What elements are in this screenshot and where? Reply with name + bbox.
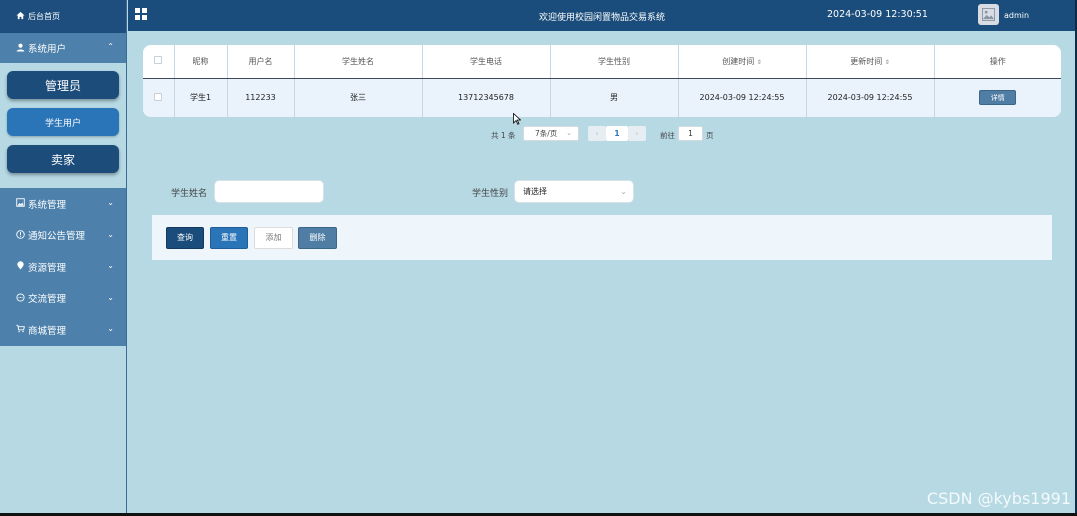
sidebar-item-label: 交流管理 [28, 294, 67, 306]
cell-student-name: 张三 [293, 78, 422, 117]
detail-button[interactable]: 详情 [979, 90, 1017, 106]
column-header-student-name: 学生姓名 [293, 45, 422, 79]
sidebar-item-label: 商城管理 [28, 325, 67, 337]
sort-icon[interactable]: ⇕ [885, 59, 890, 66]
page-size-select[interactable]: 7条/页 ⌄ [523, 126, 579, 141]
data-table: 昵称 用户名 学生姓名 学生电话 学生性别 创建时间 ⇕ 更新时间 ⇕ 操作 学… [143, 45, 1061, 117]
chevron-down-icon: ⌄ [107, 292, 114, 302]
cell-updated-time: 2024-03-09 12:24:55 [805, 78, 934, 117]
sidebar-item-system-users[interactable]: 系统用户 ⌃ [0, 33, 126, 63]
column-header-student-gender: 学生性别 [549, 45, 678, 79]
student-name-label: 学生姓名 [171, 189, 208, 199]
cart-icon [14, 324, 26, 335]
reset-button[interactable]: 重置 [210, 227, 248, 249]
avatar[interactable] [978, 4, 999, 25]
add-button[interactable]: 添加 [254, 227, 293, 249]
table-row: 学生1 112233 张三 13712345678 男 2024-03-09 1… [143, 78, 1061, 117]
column-header-actions: 操作 [933, 45, 1061, 79]
sidebar-item-label: 资源管理 [28, 262, 67, 274]
sidebar-item-label: 系统用户 [28, 44, 67, 55]
sidebar-item-system-management[interactable]: 系统管理 ⌄ [0, 188, 126, 220]
pagination-total: 共 1 条 [491, 131, 516, 140]
chevron-down-icon: ⌄ [107, 261, 114, 270]
sidebar-item-label: 通知公告管理 [28, 231, 86, 243]
page-unit-label: 页 [706, 131, 714, 140]
sidebar: 后台首页 系统用户 ⌃ 管理员 学生用户 卖家 系统管理 ⌄ 通知公告管理 ⌄ … [0, 0, 127, 516]
chevron-up-icon: ⌃ [107, 42, 114, 51]
cell-student-phone: 13712345678 [421, 78, 550, 117]
chevron-down-icon: ⌄ [107, 198, 114, 207]
column-header-label: 更新时间 [850, 56, 883, 66]
column-header-label: 创建时间 [722, 56, 755, 66]
chevron-right-icon: › [635, 129, 639, 138]
chevron-down-icon: ⌄ [107, 229, 114, 239]
datetime-display: 2024-03-09 12:30:51 [827, 9, 928, 20]
location-icon [14, 261, 26, 272]
sidebar-subitem-admin[interactable]: 管理员 [7, 71, 119, 99]
goto-label: 前往 [660, 131, 675, 140]
prev-page-button[interactable]: ‹ [588, 126, 606, 141]
pagination: 共 1 条 7条/页 ⌄ ‹ 1 › 前往 1 页 [0, 126, 1077, 142]
table-header-row: 昵称 用户名 学生姓名 学生电话 学生性别 创建时间 ⇕ 更新时间 ⇕ 操作 [143, 45, 1061, 79]
user-icon [14, 43, 26, 54]
sidebar-subitem-seller[interactable]: 卖家 [7, 145, 119, 173]
row-checkbox[interactable] [154, 92, 163, 101]
image-icon [14, 198, 26, 209]
chevron-left-icon: ‹ [595, 129, 599, 138]
menu-grid-icon[interactable] [135, 8, 147, 20]
sidebar-item-notice-management[interactable]: 通知公告管理 ⌄ [0, 219, 126, 251]
page-size-value: 7条/页 [535, 129, 558, 138]
select-all-checkbox[interactable] [154, 56, 163, 65]
student-name-input[interactable] [214, 180, 324, 203]
chevron-down-icon: ⌄ [566, 129, 572, 137]
username-label[interactable]: admin [1004, 11, 1029, 20]
cell-actions: 详情 [933, 78, 1061, 117]
mouse-cursor-icon [513, 112, 522, 128]
page-title: 欢迎使用校园闲置物品交易系统 [539, 13, 666, 23]
next-page-button[interactable]: › [628, 126, 646, 141]
info-icon [14, 230, 26, 241]
column-header-student-phone: 学生电话 [421, 45, 550, 79]
column-header-updated-time[interactable]: 更新时间 ⇕ [805, 45, 934, 79]
goto-page-input[interactable]: 1 [678, 126, 703, 141]
query-button[interactable]: 查询 [166, 227, 204, 249]
page-number-current[interactable]: 1 [606, 126, 628, 141]
student-gender-select[interactable]: 请选择 ⌄ [514, 180, 634, 203]
sidebar-item-label: 系统管理 [28, 199, 67, 211]
watermark: CSDN @kybs1991 [926, 489, 1071, 508]
image-placeholder-icon [982, 8, 995, 21]
cell-nickname: 学生1 [173, 78, 227, 117]
header-bar: 欢迎使用校园闲置物品交易系统 2024-03-09 12:30:51 admin [128, 0, 1077, 31]
sidebar-item-mall-management[interactable]: 商城管理 ⌄ [0, 314, 126, 346]
sort-icon[interactable]: ⇕ [757, 59, 762, 66]
sidebar-item-resource-management[interactable]: 资源管理 ⌄ [0, 251, 126, 283]
cell-student-gender: 男 [549, 78, 678, 117]
select-all-cell[interactable] [143, 45, 174, 79]
sidebar-home[interactable]: 后台首页 [0, 0, 126, 33]
cell-created-time: 2024-03-09 12:24:55 [677, 78, 806, 117]
home-icon [14, 11, 26, 22]
student-gender-placeholder: 请选择 [523, 187, 547, 196]
column-header-nickname: 昵称 [173, 45, 227, 79]
sidebar-section-system-users: 系统用户 ⌃ [0, 33, 126, 63]
row-select-cell[interactable] [143, 78, 174, 117]
student-gender-label: 学生性别 [472, 189, 509, 199]
delete-button[interactable]: 删除 [298, 227, 337, 249]
action-button-bar: 查询 重置 添加 删除 [152, 215, 1052, 260]
chat-icon [14, 293, 26, 304]
sidebar-home-label: 后台首页 [28, 12, 60, 21]
chevron-down-icon: ⌄ [107, 324, 114, 333]
column-header-created-time[interactable]: 创建时间 ⇕ [677, 45, 806, 79]
cell-username: 112233 [226, 78, 294, 117]
sidebar-item-communication-management[interactable]: 交流管理 ⌄ [0, 282, 126, 314]
column-header-username: 用户名 [226, 45, 294, 79]
chevron-down-icon: ⌄ [620, 187, 627, 196]
